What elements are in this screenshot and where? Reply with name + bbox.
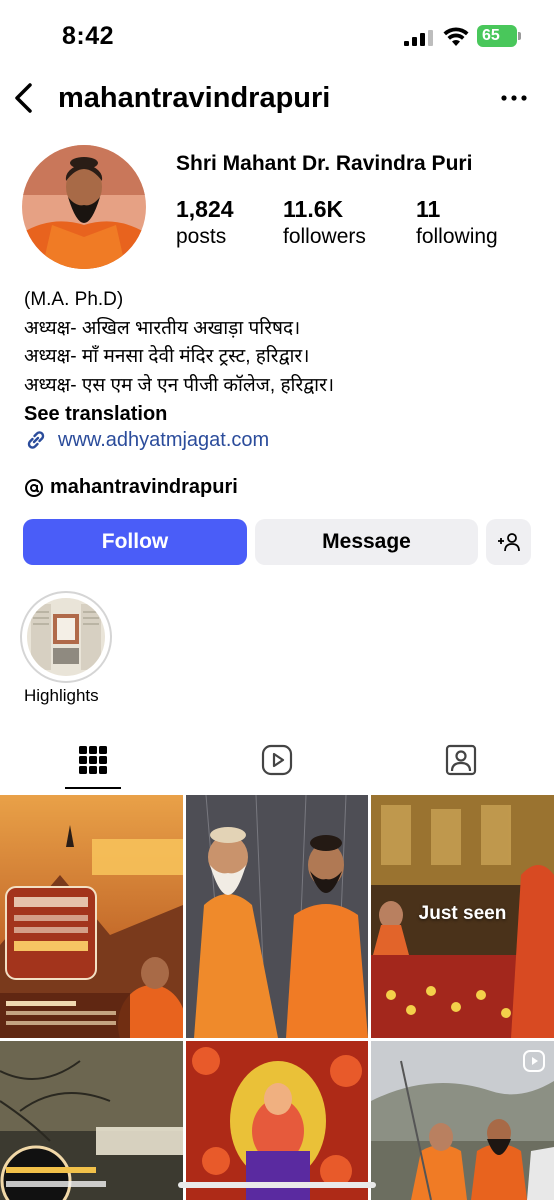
battery-level: 65	[482, 27, 500, 44]
battery-tip	[518, 32, 521, 40]
home-indicator	[178, 1182, 376, 1188]
website-link[interactable]: www.adhyatmjagat.com	[24, 428, 269, 452]
threads-badge[interactable]: mahantravindrapuri	[24, 476, 238, 499]
bio-line: अध्यक्ष- माँ मनसा देवी मंदिर ट्रस्ट, हरि…	[24, 346, 310, 367]
wifi-icon	[443, 27, 469, 46]
tagged-icon[interactable]	[443, 742, 479, 778]
grid-icon[interactable]	[75, 742, 111, 778]
threads-icon	[25, 478, 43, 497]
link-icon	[27, 431, 45, 449]
see-translation-link[interactable]: See translation	[24, 400, 544, 429]
bio-line: अध्यक्ष- एस एम जे एन पीजी कॉलेज, हरिद्वा…	[24, 374, 335, 396]
post-thumbnail-4[interactable]	[0, 1041, 183, 1200]
more-options-icon[interactable]	[498, 92, 530, 104]
post-thumbnail-2[interactable]	[186, 795, 368, 1038]
stat-followers-label: followers	[283, 225, 366, 248]
bio-line: अध्यक्ष- अखिल भारतीय अखाड़ा परिषद।	[24, 317, 301, 339]
bio-line: (M.A. Ph.D)	[24, 289, 124, 310]
stat-followers[interactable]: 11.6K followers	[283, 196, 366, 252]
just-seen-label: Just seen	[418, 903, 507, 924]
post-thumbnail-5[interactable]	[186, 1041, 368, 1200]
back-chevron-icon[interactable]	[8, 80, 42, 116]
status-time: 8:42	[62, 22, 115, 50]
highlight-thumbnail[interactable]	[27, 598, 105, 676]
highlight-label: Highlights	[24, 686, 99, 705]
stat-posts-label: posts	[176, 225, 227, 248]
profile-full-name: Shri Mahant Dr. Ravindra Puri	[176, 152, 473, 175]
profile-bio: (M.A. Ph.D) अध्यक्ष- अखिल भारतीय अखाड़ा …	[24, 286, 544, 429]
stat-following-value: 11	[416, 196, 441, 222]
suggest-users-button[interactable]	[486, 519, 531, 565]
threads-handle: mahantravindrapuri	[50, 476, 238, 498]
cellular-signal-icon	[404, 30, 433, 46]
reels-icon[interactable]	[259, 742, 295, 778]
follow-button[interactable]: Follow	[23, 519, 247, 565]
stat-posts-value: 1,824	[176, 196, 234, 222]
reel-indicator-icon	[523, 1050, 545, 1072]
stat-following[interactable]: 11 following	[416, 196, 498, 252]
website-url: www.adhyatmjagat.com	[58, 428, 270, 451]
message-button[interactable]: Message	[255, 519, 478, 565]
post-thumbnail-1[interactable]	[0, 795, 183, 1038]
stat-followers-value: 11.6K	[283, 196, 344, 222]
profile-avatar[interactable]	[22, 145, 146, 269]
battery-icon: 65	[477, 25, 517, 47]
status-bar: 8:42 65	[0, 0, 554, 72]
stat-following-label: following	[416, 225, 498, 248]
profile-username: mahantravindrapuri	[58, 82, 331, 114]
post-thumbnail-3[interactable]: Just seen	[371, 795, 554, 1038]
active-tab-indicator	[65, 787, 121, 789]
stat-posts[interactable]: 1,824 posts	[176, 196, 234, 252]
add-person-icon	[497, 533, 520, 552]
post-thumbnail-6[interactable]	[371, 1041, 554, 1200]
